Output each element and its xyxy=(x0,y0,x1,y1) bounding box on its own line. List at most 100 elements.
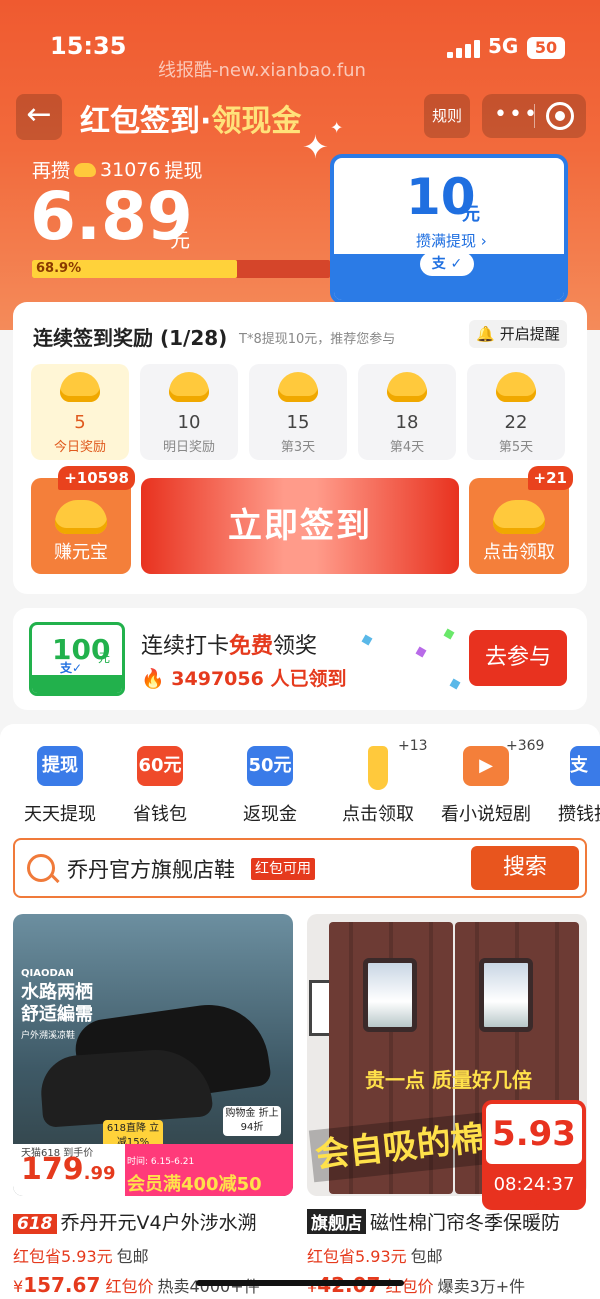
quick-action-alipay[interactable]: 支 攒钱拔 xyxy=(536,746,600,826)
day-amount: 5 xyxy=(74,412,86,433)
gold-ingot-icon xyxy=(74,162,97,177)
product-title: 乔丹开元V4户外涉水溯 xyxy=(60,1212,257,1234)
progress-label: 68.9% xyxy=(36,261,82,276)
day-amount: 15 xyxy=(286,412,310,433)
day-reward-5: 22 第5天 xyxy=(467,364,565,460)
day-amount: 22 xyxy=(504,412,528,433)
withdraw-goal-card[interactable]: 10 元 攒满提现 › 支 ✓ xyxy=(330,154,568,304)
claim-tile[interactable]: 点击领取 +21 xyxy=(469,466,573,574)
goal-unit: 元 xyxy=(462,204,480,225)
gold-ingot-icon xyxy=(169,372,209,402)
confetti-icon xyxy=(449,678,461,690)
network-label: 5G xyxy=(488,34,519,58)
search-bar[interactable]: 乔丹官方旗舰店鞋 红包可用 搜索 xyxy=(13,838,587,898)
floating-price-badge[interactable]: 5.93元 08:24:37 xyxy=(482,1100,586,1210)
promo-card: 100 元 支✓ 连续打卡免费领奖 🔥 3497056 人已领到 去参与 xyxy=(13,608,587,710)
checkin-title: 连续签到奖励 (1/28) xyxy=(33,326,228,350)
main-panel: 提现 天天提现 60元 省钱包 50元 返现金 +13 点击领取 ▶ +369 … xyxy=(0,724,600,1299)
gold-ingot-icon xyxy=(387,372,427,402)
quick-action-savings[interactable]: 60元 省钱包 xyxy=(100,746,220,826)
product-saving: 红包省5.93元 包邮 xyxy=(13,1247,149,1266)
capsule-divider xyxy=(534,104,535,128)
quick-action-cashback[interactable]: 50元 返现金 xyxy=(210,746,330,826)
alipay-icon: 支 xyxy=(570,746,600,786)
promo-title: 连续打卡免费领奖 xyxy=(141,628,317,660)
promo-title-free: 免费 xyxy=(229,634,274,659)
withdraw-icon: 提现 xyxy=(37,746,83,786)
brand-label: QIAODAN xyxy=(21,968,74,979)
sparkle-icon: ✦ xyxy=(302,128,329,166)
claim-badge: +21 xyxy=(527,466,573,490)
sparkle-icon: ✦ xyxy=(330,118,344,137)
gold-ingot-icon xyxy=(55,500,107,534)
day-amount: 18 xyxy=(395,412,419,433)
home-indicator xyxy=(196,1280,404,1286)
curtain-window xyxy=(363,958,417,1032)
search-button[interactable]: 搜索 xyxy=(471,846,579,890)
checkin-note: T*8提现10元，推荐您参与 xyxy=(239,332,396,347)
battery-icon: 50 xyxy=(527,37,565,59)
savings-pack-icon: 60元 xyxy=(137,746,183,786)
alipay-icon: 支 ✓ xyxy=(420,252,474,276)
quick-action-label: 攒钱拔 xyxy=(558,804,600,825)
reminder-button[interactable]: 🔔 开启提醒 xyxy=(469,320,567,348)
rules-button[interactable]: 规则 xyxy=(424,94,470,138)
product-tag: 618 xyxy=(13,1214,57,1234)
quick-action-label: 返现金 xyxy=(243,804,297,825)
back-button[interactable]: ← xyxy=(16,94,62,140)
search-input[interactable]: 乔丹官方旗舰店鞋 xyxy=(67,854,235,884)
floating-price: 5.93元 xyxy=(486,1104,582,1209)
mini-program-capsule: ••• xyxy=(482,94,586,138)
day-label: 第3天 xyxy=(280,440,316,455)
curtain-window xyxy=(479,958,533,1032)
alipay-label: 支 xyxy=(431,256,446,272)
bell-icon: 🔔 xyxy=(476,325,495,343)
join-button[interactable]: 去参与 xyxy=(469,630,567,686)
confetti-icon xyxy=(443,628,455,640)
page-title: 红包签到·领现金 xyxy=(80,96,301,140)
countdown-timer: 08:24:37 xyxy=(493,1174,575,1195)
promo-title-a: 连续打卡 xyxy=(141,634,230,659)
product-saving: 红包省5.93元 包邮 xyxy=(307,1247,443,1266)
earn-ingot-label: 赚元宝 xyxy=(54,542,108,563)
search-icon xyxy=(27,854,55,882)
flame-icon: 🔥 xyxy=(141,668,165,690)
watermark: 线报酷-new.xianbao.fun xyxy=(158,60,366,81)
play-icon: ▶ xyxy=(463,746,509,786)
status-time: 15:35 xyxy=(50,32,127,60)
gold-ingot-icon xyxy=(278,372,318,402)
signal-icon xyxy=(447,38,483,58)
close-circle-icon[interactable] xyxy=(546,102,574,130)
coupon-unit: 元 xyxy=(98,651,111,665)
hero-banner: 15:35 线报酷-new.xianbao.fun 5G 50 ← 红包签到·领… xyxy=(0,0,600,330)
coupon-badge: 购物金 折上94折 xyxy=(223,1106,281,1136)
quick-action-claim[interactable]: +13 点击领取 xyxy=(318,738,438,826)
back-arrow-icon: ← xyxy=(26,97,52,132)
day-reward-2: 10 明日奖励 xyxy=(140,364,238,460)
product-slogan: 水路两栖 舒适編需 xyxy=(21,982,93,1025)
quick-action-shorts[interactable]: ▶ +369 看小说短剧 xyxy=(426,738,546,826)
coupon-pay-label: 支 xyxy=(60,661,73,675)
day-reward-3: 15 第3天 xyxy=(249,364,347,460)
claim-label: 点击领取 xyxy=(483,542,555,563)
coupon-icon: 100 元 支✓ xyxy=(29,622,125,696)
product-card[interactable]: QIAODAN 水路两栖 舒适編需 户外溯溪凉鞋 618直降 立减15% 购物金… xyxy=(13,914,293,1297)
more-icon[interactable]: ••• xyxy=(494,102,539,127)
checkin-card: 连续签到奖励 (1/28) T*8提现10元，推荐您参与 🔔 开启提醒 5 今日… xyxy=(13,302,587,594)
product-tag: 旗舰店 xyxy=(307,1209,366,1234)
product-image: QIAODAN 水路两栖 舒适編需 户外溯溪凉鞋 618直降 立减15% 购物金… xyxy=(13,914,293,1196)
image-price: 179.99 xyxy=(21,1152,116,1187)
signin-button[interactable]: 立即签到 xyxy=(141,478,459,574)
product-overlay-text: 贵一点 质量好几倍 xyxy=(365,1068,532,1092)
earn-ingot-badge: +10598 xyxy=(58,466,135,490)
product-name: 618 乔丹开元V4户外涉水溯 xyxy=(13,1208,293,1235)
day-amount: 10 xyxy=(177,412,201,433)
product-name: 旗舰店 磁性棉门帘冬季保暖防 xyxy=(307,1208,587,1235)
earn-ingot-tile[interactable]: 赚元宝 +10598 xyxy=(31,466,135,574)
shoe-shape xyxy=(38,1046,214,1128)
goal-subtitle: 攒满提现 › xyxy=(416,232,487,250)
confetti-icon xyxy=(361,634,373,646)
page-title-main: 红包签到· xyxy=(80,104,212,139)
gold-ingot-icon xyxy=(493,500,545,534)
balance-unit: 元 xyxy=(170,228,190,252)
